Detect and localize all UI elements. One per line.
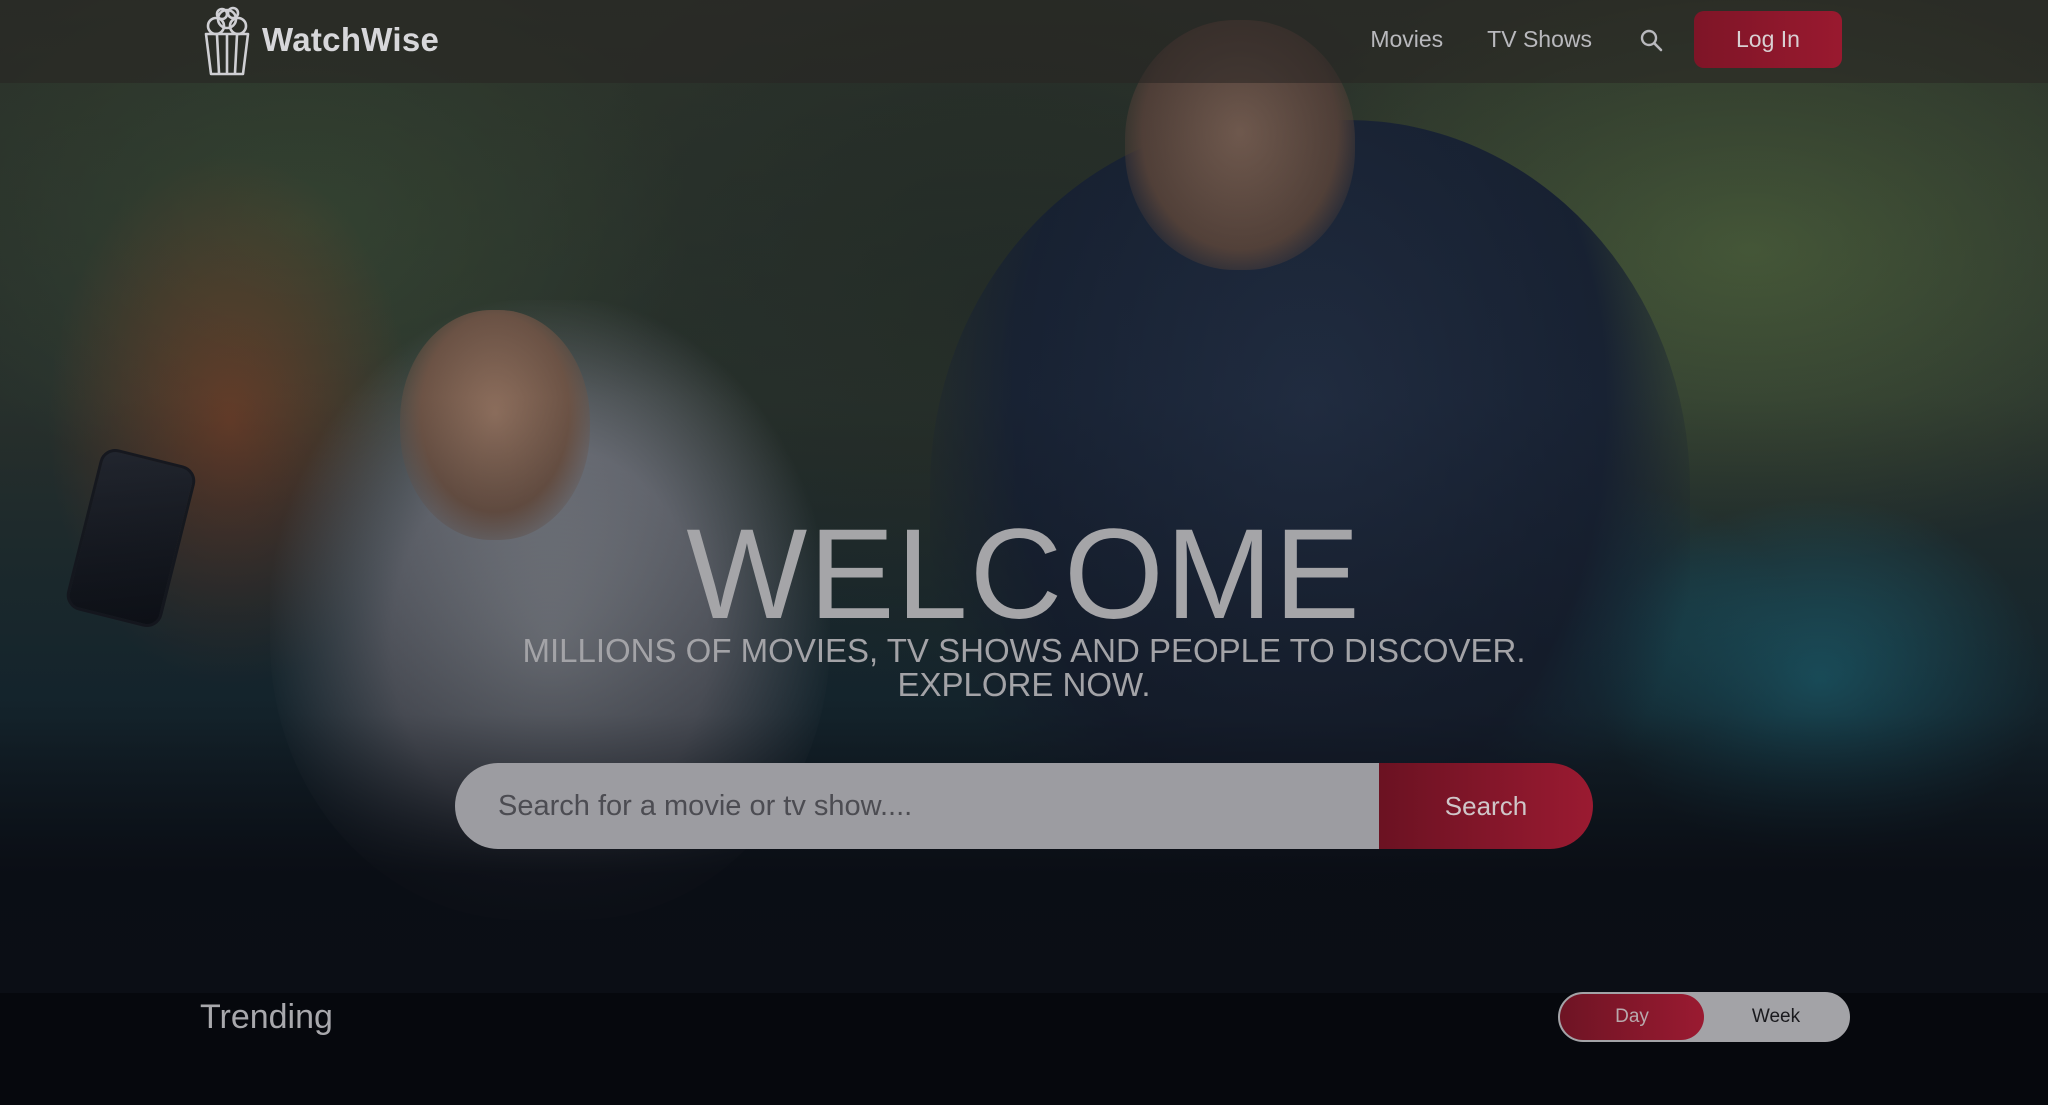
brand-name: WatchWise — [262, 21, 440, 58]
hero-title: WELCOME — [686, 503, 1362, 646]
logo-link[interactable]: WatchWise — [202, 4, 439, 76]
site-header: WatchWise Movies TV Shows Log In — [0, 0, 2048, 83]
time-window-toggle: Day Week — [1558, 992, 1850, 1042]
search-icon[interactable] — [1636, 25, 1666, 55]
trending-title: Trending — [200, 998, 333, 1036]
login-button[interactable]: Log In — [1694, 11, 1842, 68]
hero-subtitle: MILLIONS OF MOVIES, TV SHOWS AND PEOPLE … — [522, 632, 1526, 703]
hero-search-form: Search — [455, 763, 1593, 849]
nav-movies[interactable]: Movies — [1370, 26, 1443, 53]
nav-tv-shows[interactable]: TV Shows — [1487, 26, 1592, 53]
toggle-day[interactable]: Day — [1560, 994, 1704, 1040]
popcorn-icon — [202, 4, 252, 76]
toggle-week[interactable]: Week — [1704, 994, 1848, 1040]
page: WatchWise Movies TV Shows Log In WELCOME… — [0, 0, 2048, 1105]
search-button[interactable]: Search — [1379, 763, 1593, 849]
main-nav: Movies TV Shows Log In — [1370, 11, 1842, 68]
search-input[interactable] — [455, 763, 1379, 849]
